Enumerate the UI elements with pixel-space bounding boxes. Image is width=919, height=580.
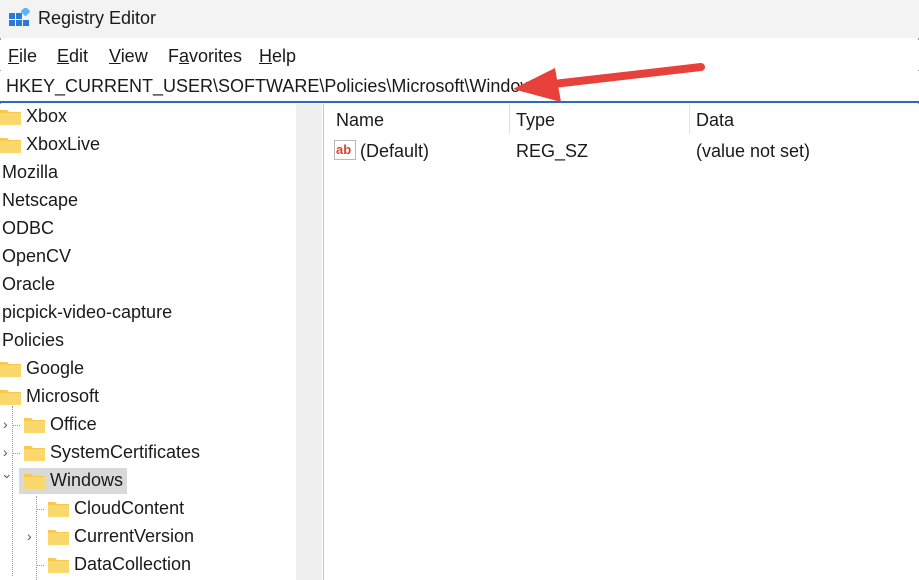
key-tree[interactable]: Xbox XboxLive Mozilla Netscape ODBC Open…: [0, 104, 323, 580]
tree-node-label: Oracle: [2, 274, 56, 294]
address-bar[interactable]: HKEY_CURRENT_USER\SOFTWARE\Policies\Micr…: [0, 71, 919, 103]
menu-favorites-key: a: [179, 46, 190, 66]
svg-text:ab: ab: [336, 142, 351, 157]
menu-favorites-first: F: [168, 46, 179, 66]
value-data: (value not set): [696, 141, 811, 161]
chevron-right-icon[interactable]: ›: [3, 416, 15, 432]
tree-node-label: Windows: [50, 470, 124, 490]
folder-icon: [0, 138, 21, 153]
tree-scrollbar[interactable]: [296, 104, 322, 580]
column-header-name[interactable]: Name: [336, 110, 384, 131]
folder-icon: [48, 502, 69, 517]
tree-node-label: XboxLive: [26, 134, 101, 154]
string-value-icon: ab: [334, 140, 356, 160]
tree-node-label: OpenCV: [2, 246, 72, 266]
tree-node-datacollection[interactable]: DataCollection: [0, 552, 296, 578]
folder-icon: [24, 446, 45, 461]
menu-help[interactable]: Help: [259, 46, 296, 67]
tree-node-label: Netscape: [2, 190, 79, 210]
chevron-down-icon[interactable]: ›: [0, 474, 16, 486]
value-name[interactable]: (Default): [360, 141, 429, 162]
tree-node-currentversion[interactable]: › CurrentVersion: [0, 524, 296, 550]
tree-node-google[interactable]: Google: [0, 356, 296, 382]
menu-view-key: V: [109, 46, 121, 66]
tree-node-systemcertificates[interactable]: › SystemCertificates: [0, 440, 296, 466]
column-separator[interactable]: [689, 104, 690, 134]
tree-node-label: Office: [50, 414, 97, 434]
tree-node-xbox[interactable]: Xbox: [0, 104, 296, 130]
menu-file-key: F: [8, 46, 19, 66]
chevron-right-icon[interactable]: ›: [3, 444, 15, 460]
chevron-right-icon[interactable]: ›: [27, 528, 39, 544]
tree-node-label: Mozilla: [2, 162, 59, 182]
tree-node-picpick[interactable]: picpick-video-capture: [0, 300, 296, 326]
menu-bar: File Edit View Favorites Help: [0, 40, 919, 70]
folder-icon: [24, 418, 45, 433]
tree-node-oracle[interactable]: Oracle: [0, 272, 296, 298]
tree-node-netscape[interactable]: Netscape: [0, 188, 296, 214]
tree-node-office[interactable]: › Office: [0, 412, 296, 438]
tree-node-label: Policies: [2, 330, 65, 350]
folder-icon: [48, 530, 69, 545]
menu-edit-rest: dit: [69, 46, 89, 66]
title-bar[interactable]: Registry Editor: [0, 0, 919, 38]
menu-help-rest: elp: [272, 46, 297, 66]
values-list[interactable]: Name Type Data ab (Default) REG_SZ (valu…: [329, 104, 919, 580]
column-header-type[interactable]: Type: [516, 110, 555, 131]
tree-node-microsoft[interactable]: Microsoft: [0, 384, 296, 410]
tree-node-label: ODBC: [2, 218, 55, 238]
tree-node-odbc[interactable]: ODBC: [0, 216, 296, 242]
menu-view-rest: iew: [120, 46, 148, 66]
menu-favorites[interactable]: Favorites: [168, 46, 242, 67]
tree-node-label: Xbox: [26, 106, 68, 126]
tree-node-opencv[interactable]: OpenCV: [0, 244, 296, 270]
window-title: Registry Editor: [38, 8, 157, 28]
annotation-arrow-icon: [513, 63, 705, 102]
registry-editor-icon: [9, 8, 30, 26]
folder-icon: [0, 110, 21, 125]
tree-node-cloudcontent[interactable]: CloudContent: [0, 496, 296, 522]
folder-icon: [48, 558, 69, 573]
folder-icon: [0, 362, 21, 377]
tree-node-windows[interactable]: › Windows: [0, 468, 296, 494]
tree-node-label: Google: [26, 358, 85, 378]
menu-view[interactable]: View: [109, 46, 148, 67]
menu-help-key: H: [259, 46, 272, 66]
menu-edit[interactable]: Edit: [57, 46, 88, 67]
menu-edit-key: E: [57, 46, 70, 66]
tree-node-policies[interactable]: Policies: [0, 328, 296, 354]
tree-node-label: picpick-video-capture: [2, 302, 173, 322]
menu-file-rest: ile: [19, 46, 38, 66]
folder-icon: [0, 390, 21, 405]
menu-favorites-rest: vorites: [189, 46, 243, 66]
value-type: REG_SZ: [516, 141, 589, 161]
tree-node-xboxlive[interactable]: XboxLive: [0, 132, 296, 158]
menu-file[interactable]: File: [8, 46, 37, 67]
tree-node-label: Microsoft: [26, 386, 100, 406]
tree-node-label: SystemCertificates: [50, 442, 201, 462]
column-header-data[interactable]: Data: [696, 110, 734, 131]
tree-node-mozilla[interactable]: Mozilla: [0, 160, 296, 186]
folder-icon: [24, 474, 45, 489]
tree-node-label: CloudContent: [74, 498, 185, 518]
column-separator[interactable]: [509, 104, 510, 134]
tree-node-label: CurrentVersion: [74, 526, 195, 546]
tree-node-label: DataCollection: [74, 554, 192, 574]
address-path[interactable]: HKEY_CURRENT_USER\SOFTWARE\Policies\Micr…: [6, 76, 542, 97]
